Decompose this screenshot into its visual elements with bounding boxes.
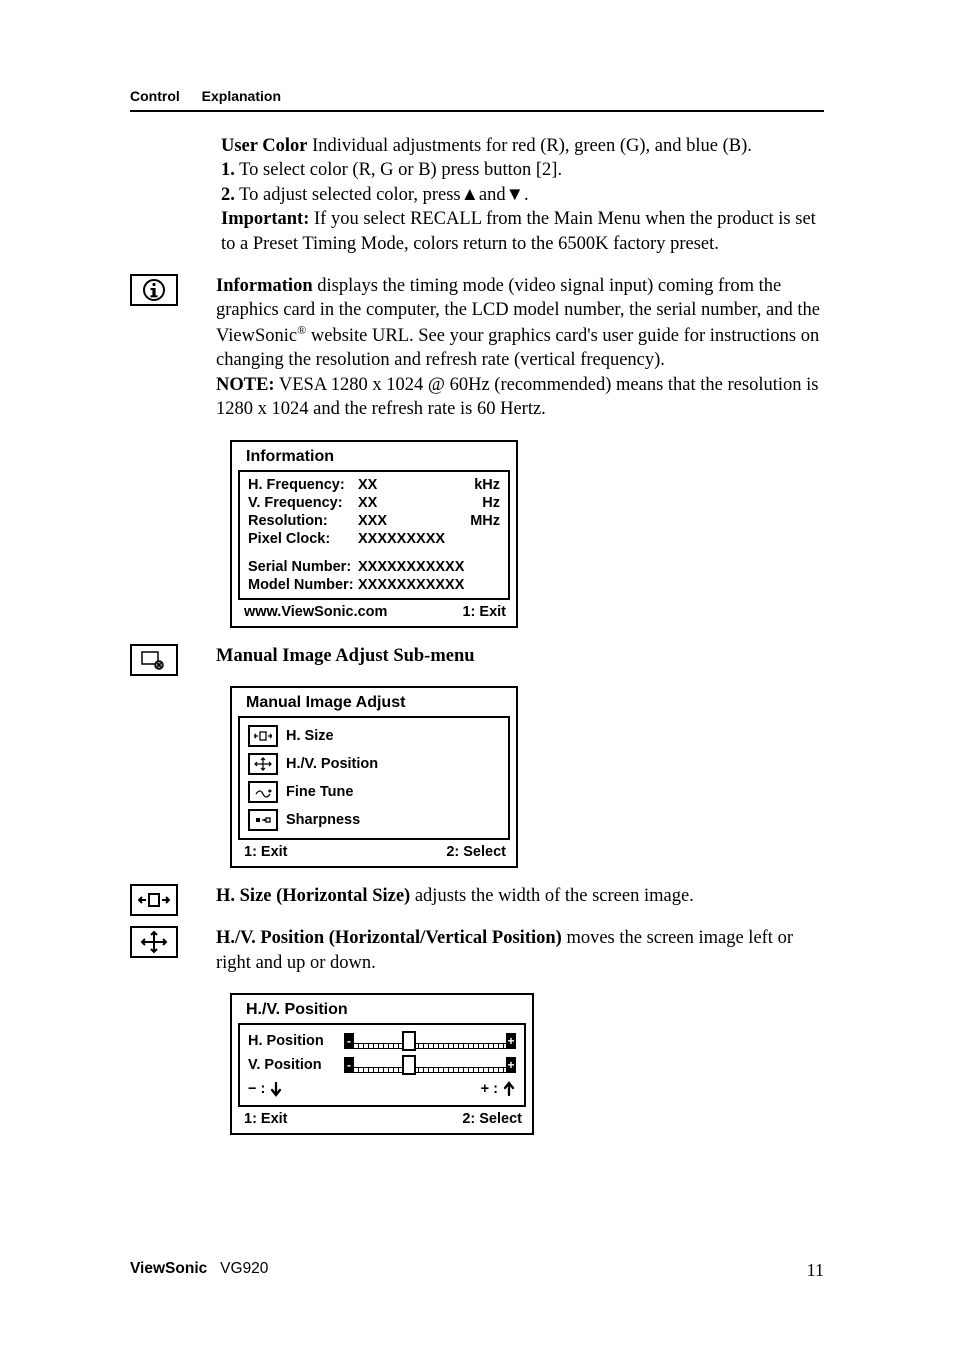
information-icon (130, 274, 178, 306)
up-triangle-icon: ▲ (461, 185, 479, 205)
mia-item: Sharpness (286, 812, 360, 828)
mia-item: H. Size (286, 728, 334, 744)
hpos-slider: -+ (344, 1033, 516, 1049)
mia-osd: Manual Image Adjust H. Size H./V. Positi… (230, 686, 518, 868)
mia-heading-block: Manual Image Adjust Sub-menu (216, 644, 824, 668)
info-row-l: Pixel Clock: (248, 531, 358, 547)
mia-heading: Manual Image Adjust Sub-menu (216, 646, 475, 666)
sharpness-icon (248, 809, 278, 831)
manual-image-adjust-icon (130, 644, 178, 676)
page-footer: ViewSonic VG920 11 (130, 1260, 824, 1281)
footer-brand: ViewSonic (130, 1260, 207, 1277)
info-row-r: MHz (470, 513, 500, 529)
info-row-m: XXXXXXXXX (358, 531, 500, 547)
info-row-l: Resolution: (248, 513, 358, 529)
finetune-icon (248, 781, 278, 803)
info-osd-exit: 1: Exit (462, 604, 506, 620)
important-label: Important: (221, 209, 309, 229)
mia-select: 2: Select (446, 844, 506, 860)
hsize-icon (248, 725, 278, 747)
down-triangle-icon: ▼ (506, 185, 524, 205)
footer-model: VG920 (220, 1260, 268, 1277)
hsize-desc: adjusts the width of the screen image. (410, 886, 694, 906)
mia-osd-title: Manual Image Adjust (232, 688, 516, 716)
hvposition-icon (130, 926, 178, 958)
mia-item: H./V. Position (286, 756, 378, 772)
hsize-block: H. Size (Horizontal Size) adjusts the wi… (216, 884, 824, 908)
hv-osd-title: H./V. Position (232, 995, 532, 1023)
user-color-label: User Color (221, 136, 307, 156)
information-desc2: website URL. See your graphics card's us… (216, 326, 819, 370)
info-osd-url: www.ViewSonic.com (244, 604, 387, 620)
mia-exit: 1: Exit (244, 844, 288, 860)
important-text: If you select RECALL from the Main Menu … (221, 209, 816, 253)
info-row-l: V. Frequency: (248, 495, 358, 511)
info-row-m: XX (358, 477, 474, 493)
info-osd-title: Information (232, 442, 516, 470)
info-row-m: XXX (358, 513, 470, 529)
step1-text: To select color (R, G or B) press button… (235, 160, 562, 180)
user-color-block: User Color Individual adjustments for re… (216, 134, 824, 256)
model-v: XXXXXXXXXXX (358, 577, 500, 593)
note-label: NOTE: (216, 375, 275, 395)
header-rule (130, 110, 824, 112)
step2-text-b: and (479, 185, 506, 205)
mia-item: Fine Tune (286, 784, 353, 800)
hv-select: 2: Select (462, 1111, 522, 1127)
hdr-control: Control (130, 88, 180, 104)
info-row-r: Hz (482, 495, 500, 511)
vpos-slider: -+ (344, 1057, 516, 1073)
model-l: Model Number: (248, 577, 358, 593)
vpos-label: V. Position (248, 1057, 344, 1073)
hv-exit: 1: Exit (244, 1111, 288, 1127)
serial-v: XXXXXXXXXXX (358, 559, 500, 575)
hvpos-label: H./V. Position (Horizontal/Vertical Posi… (216, 928, 562, 948)
serial-l: Serial Number: (248, 559, 358, 575)
step2-text-a: To adjust selected color, press (235, 185, 461, 205)
info-row-m: XX (358, 495, 482, 511)
footer-page: 11 (807, 1260, 824, 1281)
information-label: Information (216, 276, 313, 296)
step1-num: 1. (221, 160, 235, 180)
note-text: VESA 1280 x 1024 @ 60Hz (recommended) me… (216, 375, 818, 419)
hvposition-icon (248, 753, 278, 775)
info-row-r: kHz (474, 477, 500, 493)
registered-mark: ® (297, 323, 306, 337)
hsize-icon (130, 884, 178, 916)
user-color-desc: Individual adjustments for red (R), gree… (307, 136, 751, 156)
step2-text-c: . (524, 185, 529, 205)
plus-hint: + : (481, 1081, 516, 1097)
hsize-label: H. Size (Horizontal Size) (216, 886, 410, 906)
hv-osd: H./V. Position H. Position -+ V. Positio… (230, 993, 534, 1135)
information-block: Information displays the timing mode (vi… (216, 274, 824, 422)
column-headers: Control Explanation (130, 88, 824, 110)
hvpos-block: H./V. Position (Horizontal/Vertical Posi… (216, 926, 824, 975)
hdr-explanation: Explanation (202, 88, 281, 104)
minus-hint: − : (248, 1081, 283, 1097)
info-row-l: H. Frequency: (248, 477, 358, 493)
information-osd: Information H. Frequency:XXkHz V. Freque… (230, 440, 518, 628)
step2-num: 2. (221, 185, 235, 205)
hpos-label: H. Position (248, 1033, 344, 1049)
